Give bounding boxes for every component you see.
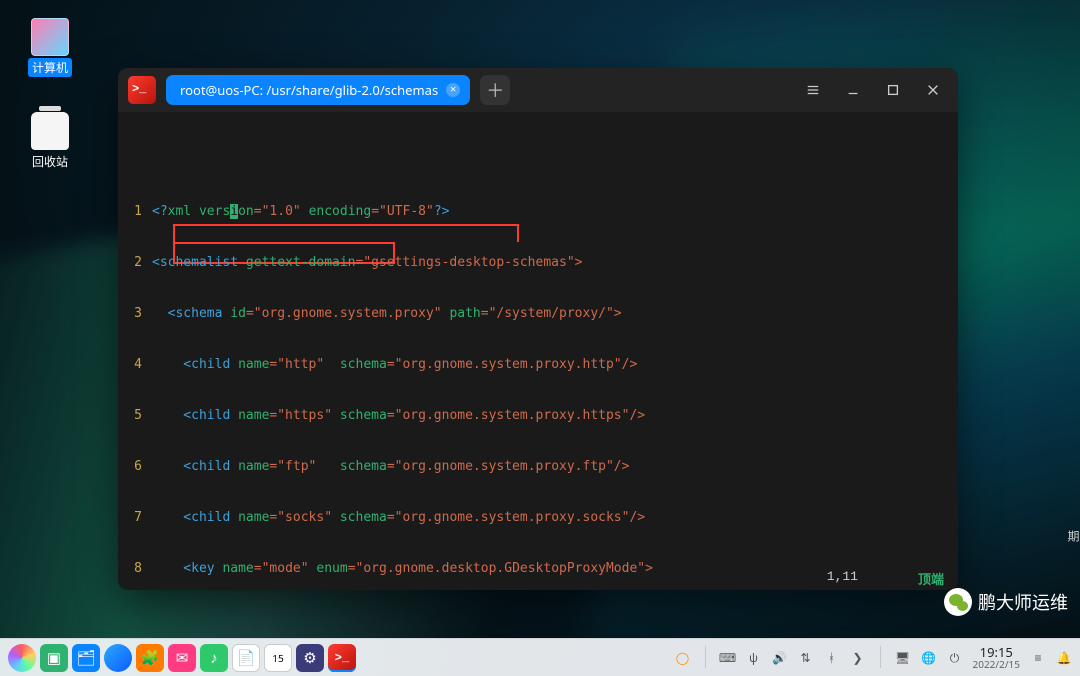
code-line: <?xml version="1.0" encoding="UTF-8"?> <box>152 203 950 220</box>
code-line: <child name="socks" schema="org.gnome.sy… <box>152 509 950 526</box>
tray-network-icon[interactable]: ⇅ <box>798 649 814 665</box>
tray-usb-icon[interactable]: ψ <box>746 649 762 665</box>
desktop-icon-label: 计算机 <box>28 58 72 77</box>
close-button[interactable] <box>918 75 948 105</box>
terminal-window: root@uos-PC: /usr/share/glib-2.0/schemas… <box>118 68 958 590</box>
code-line: <child name="ftp" schema="org.gnome.syst… <box>152 458 950 475</box>
maximize-button[interactable] <box>878 75 908 105</box>
vim-statusline: 1,11 顶端 <box>118 569 958 588</box>
desktop-icon-trash[interactable]: 回收站 <box>20 112 80 171</box>
trash-icon <box>31 112 69 150</box>
desktop-icon-label: 回收站 <box>28 152 72 171</box>
tray-desktop-icon[interactable]: 🖥 <box>895 649 911 665</box>
tray-volume-icon[interactable]: 🔊 <box>772 649 788 665</box>
tray-chevron-icon[interactable]: ❯ <box>850 649 866 665</box>
scroll-indicator: 顶端 <box>918 569 944 588</box>
settings-icon[interactable]: ⚙ <box>296 644 324 672</box>
wechat-watermark: 鹏大师运维 <box>944 588 1068 616</box>
tray-bluetooth-icon[interactable]: ᚼ <box>824 649 840 665</box>
file-manager-icon[interactable]: 🗂 <box>72 644 100 672</box>
code-line: <child name="https" schema="org.gnome.sy… <box>152 407 950 424</box>
line-number: 4 <box>126 356 152 373</box>
terminal-body[interactable]: 1<?xml version="1.0" encoding="UTF-8"?> … <box>118 112 958 590</box>
tab-close-button[interactable]: × <box>446 83 460 97</box>
new-tab-button[interactable]: ＋ <box>480 75 510 105</box>
wechat-icon <box>944 588 972 616</box>
launcher-icon[interactable] <box>8 644 36 672</box>
line-number: 3 <box>126 305 152 322</box>
computer-icon <box>31 18 69 56</box>
line-number: 6 <box>126 458 152 475</box>
tray-keyboard-icon[interactable]: ⌨ <box>720 649 736 665</box>
desktop-icon-computer[interactable]: 计算机 <box>20 18 80 77</box>
calendar-icon[interactable]: 15 <box>264 644 292 672</box>
mail-icon[interactable]: ✉ <box>168 644 196 672</box>
clock-date: 2022/2/15 <box>973 659 1020 670</box>
tray-globe-icon[interactable]: 🌐 <box>921 649 937 665</box>
wechat-label: 鹏大师运维 <box>978 589 1068 615</box>
multitask-icon[interactable]: ▣ <box>40 644 68 672</box>
menu-button[interactable] <box>798 75 828 105</box>
terminal-app-icon <box>128 76 156 104</box>
code-line: <child name="http" schema="org.gnome.sys… <box>152 356 950 373</box>
tray-uos-icon[interactable]: ◯ <box>675 649 691 665</box>
tray-separator <box>880 646 881 668</box>
tray-power-icon[interactable]: ⏻ <box>947 649 963 665</box>
window-titlebar[interactable]: root@uos-PC: /usr/share/glib-2.0/schemas… <box>118 68 958 112</box>
system-tray: ◯ ⌨ ψ 🔊 ⇅ ᚼ ❯ 🖥 🌐 ⏻ 19:15 2022/2/15 ≡ 🔔 <box>675 645 1072 670</box>
line-number: 1 <box>126 203 152 220</box>
line-number: 5 <box>126 407 152 424</box>
line-number: 7 <box>126 509 152 526</box>
cursor-position: 1,11 <box>827 569 858 588</box>
tray-notification-icon[interactable]: 🔔 <box>1056 649 1072 665</box>
browser-icon[interactable] <box>104 644 132 672</box>
app-store-icon[interactable]: 🧩 <box>136 644 164 672</box>
terminal-tab[interactable]: root@uos-PC: /usr/share/glib-2.0/schemas… <box>166 75 470 105</box>
taskbar[interactable]: ▣ 🗂 🧩 ✉ ♪ 📄 15 ⚙ >_ ◯ ⌨ ψ 🔊 ⇅ ᚼ ❯ 🖥 🌐 ⏻ … <box>0 638 1080 676</box>
minimize-button[interactable] <box>838 75 868 105</box>
code-line: <schema id="org.gnome.system.proxy" path… <box>152 305 950 322</box>
tray-separator <box>705 646 706 668</box>
highlight-box <box>173 224 519 242</box>
music-icon[interactable]: ♪ <box>200 644 228 672</box>
tab-title: root@uos-PC: /usr/share/glib-2.0/schemas <box>180 81 438 99</box>
code-line: <schemalist gettext-domain="gsettings-de… <box>152 254 950 271</box>
editor-icon[interactable]: 📄 <box>232 644 260 672</box>
taskbar-terminal-icon[interactable]: >_ <box>328 644 356 672</box>
tray-sort-icon[interactable]: ≡ <box>1030 649 1046 665</box>
line-number: 2 <box>126 254 152 271</box>
taskbar-clock[interactable]: 19:15 2022/2/15 <box>973 645 1020 670</box>
side-watermark: 期 <box>1065 530 1080 542</box>
